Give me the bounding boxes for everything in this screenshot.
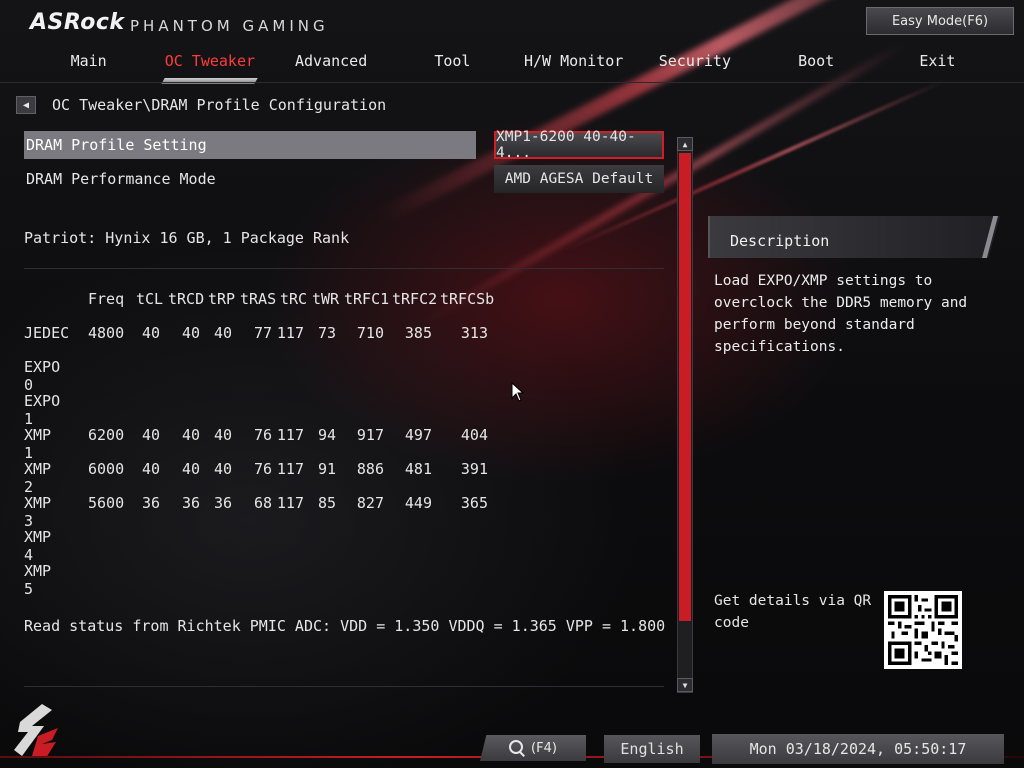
column-header: tRFC1 [344,290,390,308]
qr-label: Get details via QR code [714,593,872,631]
timing-cell: 917 [356,426,384,444]
scrollbar-thumb[interactable] [679,153,691,621]
column-header: tRC [280,290,308,308]
timing-cell: 73 [317,324,336,342]
timing-cell: 117 [276,460,304,478]
tab-main[interactable]: Main [28,48,149,82]
column-header: tRCD [168,290,205,308]
timing-cell: 481 [404,460,432,478]
timing-cell: 85 [317,494,336,512]
main-tab-bar: Main OC Tweaker Advanced Tool H/W Monito… [28,48,998,82]
profile-name-cell: XMP 1 [24,426,52,462]
profile-name-cell: XMP 2 [24,460,52,496]
timing-cell: 886 [356,460,384,478]
profile-name-cell: JEDEC [24,324,70,342]
bottom-divider [24,686,664,687]
profile-name-cell: EXPO 0 [24,358,61,394]
pmic-status-text: Read status from Richtek PMIC ADC: VDD =… [24,617,666,635]
column-header: tRP [208,290,236,308]
timing-cell: 40 [141,426,160,444]
timing-cell: 313 [460,324,488,342]
datetime-display: Mon 03/18/2024, 05:50:17 [712,734,1004,764]
timing-cell: 117 [276,426,304,444]
column-header: tWR [312,290,340,308]
dram-performance-mode-value[interactable]: AMD AGESA Default [494,165,664,193]
brand-subtitle: PHANTOM GAMING [130,17,329,35]
phantom-gaming-logo [14,704,58,758]
qr-code-graphic [888,595,958,665]
timing-cell: 76 [253,460,272,478]
timing-cell: 117 [276,494,304,512]
timing-cell: 365 [460,494,488,512]
qr-code-icon [884,591,962,669]
tab-divider [0,82,1024,83]
brand-logo: ASRock [30,10,125,35]
tab-tool[interactable]: Tool [392,48,513,82]
timing-cell: 404 [460,426,488,444]
profile-name-cell: XMP 5 [24,562,52,598]
timing-cell: 94 [317,426,336,444]
language-button[interactable]: English [604,735,700,763]
dram-performance-mode-label[interactable]: DRAM Performance Mode [24,165,216,193]
timing-cell: 91 [317,460,336,478]
timing-cell: 391 [460,460,488,478]
timing-cell: 40 [213,460,232,478]
timing-cell: 40 [141,324,160,342]
tab-oc-tweaker[interactable]: OC Tweaker [149,48,270,82]
column-header: tCL [136,290,164,308]
tab-security[interactable]: Security [634,48,755,82]
column-header: tRFC2 [392,290,438,308]
section-divider [24,268,664,269]
mouse-cursor-icon [511,382,525,402]
timing-cell: 77 [253,324,272,342]
dram-profile-setting-label[interactable]: DRAM Profile Setting [24,131,476,159]
breadcrumb: OC Tweaker\DRAM Profile Configuration [52,96,387,114]
column-header: tRFCSb [440,290,495,308]
timing-cell: 40 [213,426,232,444]
tab-hw-monitor[interactable]: H/W Monitor [513,48,634,82]
timing-cell: 40 [181,426,200,444]
tab-advanced[interactable]: Advanced [271,48,392,82]
timing-cell: 36 [141,494,160,512]
memory-module-info: Patriot: Hynix 16 GB, 1 Package Rank [24,229,350,247]
timing-cell: 40 [181,460,200,478]
timing-cell: 76 [253,426,272,444]
search-button[interactable]: (F4) [480,735,586,761]
scroll-down-icon[interactable]: ▼ [677,678,693,692]
tab-exit[interactable]: Exit [877,48,998,82]
timing-cell: 710 [356,324,384,342]
search-shortcut-label: (F4) [531,740,557,756]
timing-cell: 385 [404,324,432,342]
timing-cell: 36 [213,494,232,512]
profile-name-cell: XMP 4 [24,528,52,564]
timing-cell: 40 [141,460,160,478]
profile-name-cell: EXPO 1 [24,392,61,428]
tab-boot[interactable]: Boot [756,48,877,82]
dram-profile-setting-value[interactable]: XMP1-6200 40-40-4... [494,129,664,161]
profile-name-cell: XMP 3 [24,494,52,530]
timing-cell: 827 [356,494,384,512]
search-icon [509,740,525,756]
timing-cell: 40 [213,324,232,342]
timing-cell: 117 [276,324,304,342]
timing-cell: 40 [181,324,200,342]
scroll-up-icon[interactable]: ▲ [677,137,693,151]
timing-cell: 68 [253,494,272,512]
timing-cell: 449 [404,494,432,512]
description-text: Load EXPO/XMP settings to overclock the … [714,273,968,355]
column-header: tRAS [240,290,277,308]
back-arrow-icon[interactable]: ◀ [16,96,36,114]
description-title: Description [730,232,830,250]
easy-mode-button[interactable]: Easy Mode(F6) [866,7,1014,35]
timing-cell: 497 [404,426,432,444]
timing-cell: 36 [181,494,200,512]
